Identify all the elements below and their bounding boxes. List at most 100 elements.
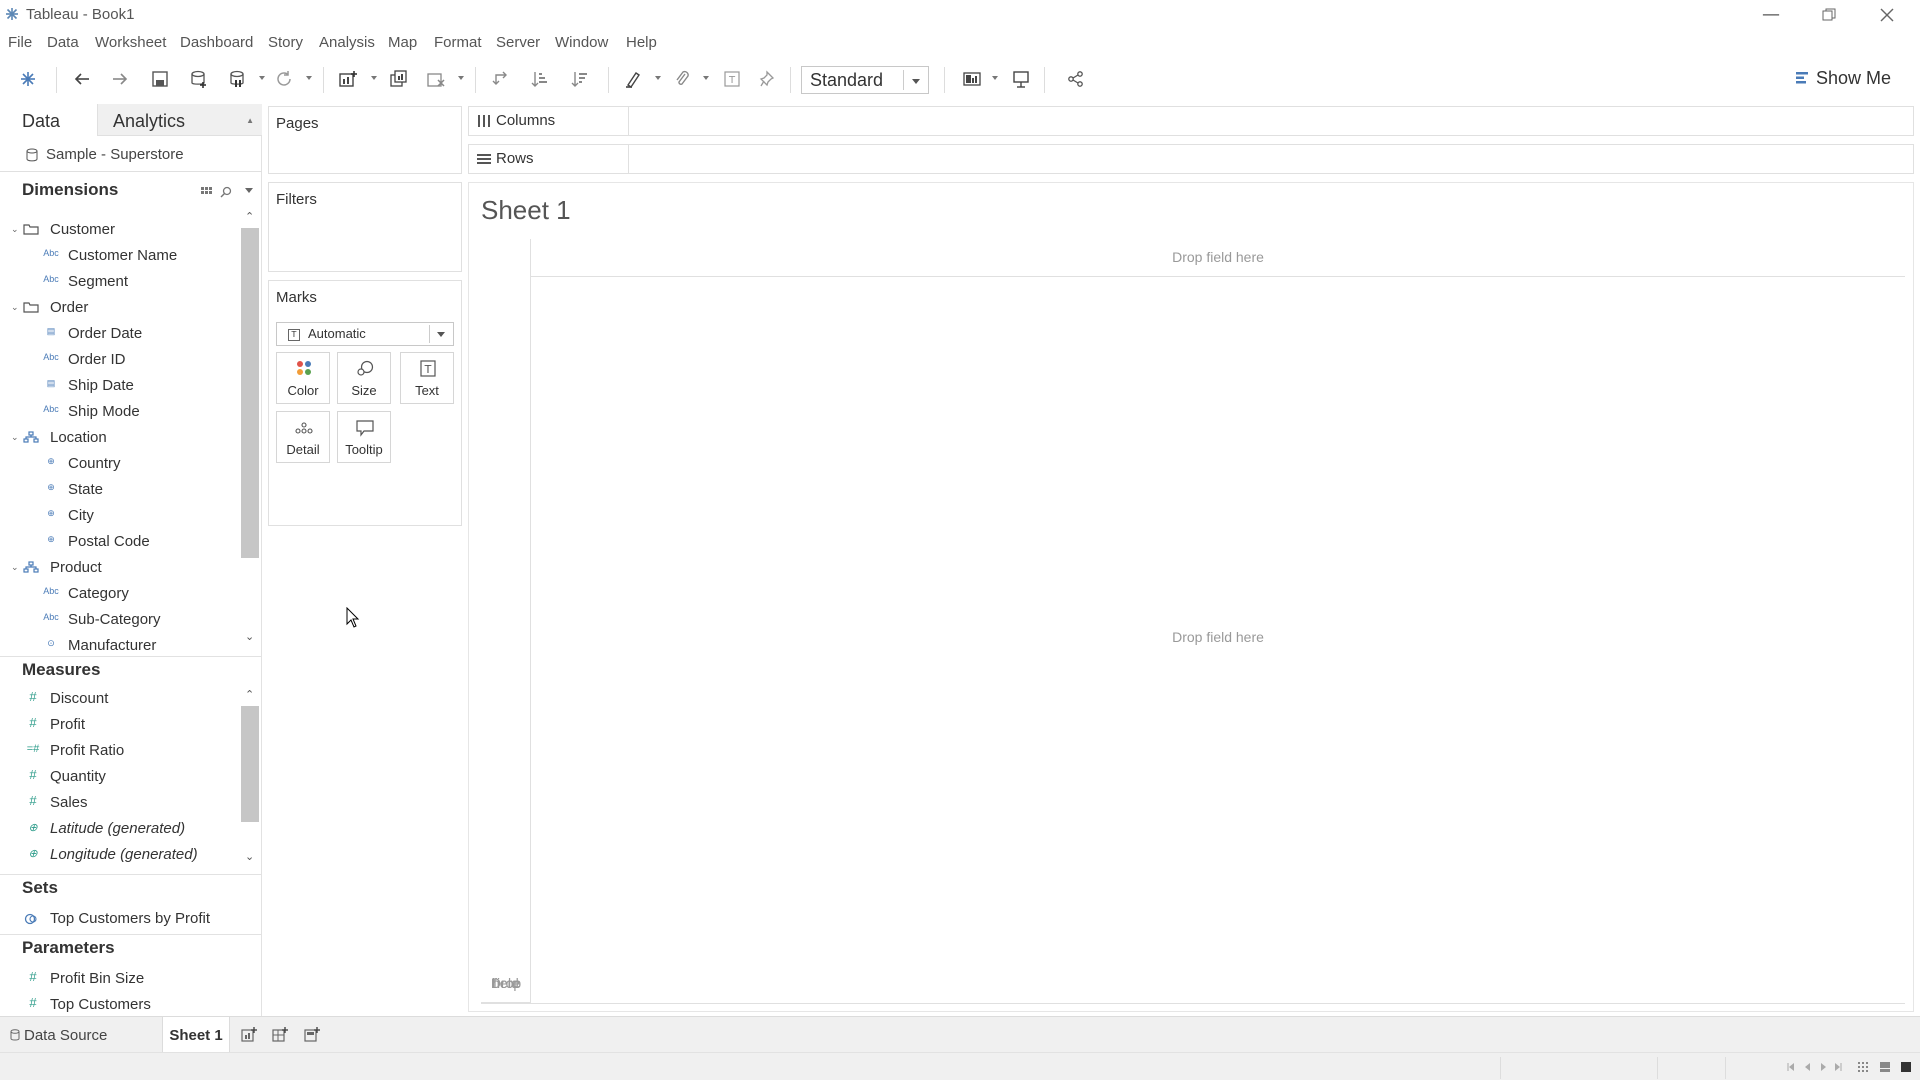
dimension-folder[interactable]: ⌄ Product [11, 559, 102, 576]
measure-field[interactable]: # Sales [29, 793, 87, 811]
menu-analysis[interactable]: Analysis [319, 34, 375, 51]
dimensions-scrollbar[interactable] [241, 228, 259, 558]
chevron-down-icon[interactable]: ⌄ [11, 562, 19, 573]
measures-scrollbar[interactable] [241, 706, 259, 822]
size-button[interactable]: Size [337, 352, 391, 404]
row-drop-zone[interactable]: Drop field here [481, 239, 531, 1003]
dimension-field[interactable]: ⊙ Manufacturer [47, 637, 156, 654]
tab-analytics[interactable]: Analytics ▲︎ [97, 104, 262, 136]
dimension-field[interactable]: ⊕ State [47, 481, 103, 498]
dimension-field[interactable]: ⊕ Postal Code [47, 533, 150, 550]
dimension-field[interactable]: Abc Sub-Category [43, 611, 160, 628]
menu-file[interactable]: File [8, 34, 32, 51]
highlight-dropdown[interactable] [655, 76, 661, 80]
fit-dropdown[interactable]: Standard [801, 66, 929, 94]
new-worksheet-icon[interactable] [240, 1026, 258, 1044]
pages-card[interactable]: Pages [268, 106, 462, 174]
measure-field[interactable]: # Profit [29, 715, 85, 733]
tab-data-source[interactable]: Data Source [10, 1027, 107, 1044]
pause-updates-dropdown[interactable] [259, 76, 265, 80]
tab-sheet-1[interactable]: Sheet 1 [162, 1017, 230, 1052]
filters-card[interactable]: Filters [268, 182, 462, 272]
save-button[interactable] [146, 65, 174, 93]
menu-map[interactable]: Map [388, 34, 417, 51]
group-members-dropdown[interactable] [703, 76, 709, 80]
dimension-folder[interactable]: ⌄ Order [11, 299, 88, 316]
new-data-source-button[interactable] [185, 65, 213, 93]
dimension-field[interactable]: ⊕ Country [47, 455, 120, 472]
mark-type-dropdown[interactable]: T Automatic [276, 322, 454, 346]
minimize-button[interactable]: — [1742, 0, 1800, 30]
measure-field[interactable]: ⊕ Longitude (generated) [28, 846, 197, 863]
color-button[interactable]: Color [276, 352, 330, 404]
measure-field[interactable]: =# Profit Ratio [27, 742, 124, 759]
dimension-field[interactable]: Abc Ship Mode [43, 403, 139, 420]
sheet-sorter-icon[interactable] [1858, 1062, 1868, 1072]
detail-button[interactable]: Detail [276, 411, 330, 463]
text-button[interactable]: T Text [400, 352, 454, 404]
refresh-button[interactable] [270, 65, 298, 93]
dimension-field[interactable]: ⊕ City [47, 507, 94, 524]
view-data-icon[interactable] [201, 187, 213, 197]
measure-field[interactable]: # Discount [29, 689, 108, 707]
scroll-up-icon[interactable]: ⌃ [245, 688, 254, 701]
parameter-item[interactable]: # Profit Bin Size [29, 969, 144, 987]
restore-button[interactable] [1800, 0, 1858, 30]
new-worksheet-button[interactable] [334, 65, 362, 93]
dimension-field[interactable]: Abc Order ID [43, 351, 125, 368]
menu-dashboard[interactable]: Dashboard [180, 34, 253, 51]
datasource-item[interactable]: Sample - Superstore [0, 136, 262, 172]
first-sheet-icon[interactable] [1786, 1062, 1796, 1072]
chevron-down-icon[interactable]: ⌄ [11, 302, 19, 313]
menu-help[interactable]: Help [626, 34, 657, 51]
parameter-item[interactable]: # Top Customers [29, 995, 151, 1013]
tableau-home-button[interactable] [14, 65, 42, 93]
sort-ascending-button[interactable] [526, 65, 554, 93]
rows-shelf[interactable]: Rows [468, 144, 1914, 174]
menu-worksheet[interactable]: Worksheet [95, 34, 166, 51]
new-story-icon[interactable] [303, 1026, 321, 1044]
show-me-button[interactable]: Show Me [1796, 68, 1891, 89]
show-mark-labels-button[interactable]: T [718, 65, 746, 93]
menu-story[interactable]: Story [268, 34, 303, 51]
sheet-title[interactable]: Sheet 1 [481, 195, 571, 226]
column-drop-zone[interactable]: Drop field here [531, 239, 1905, 277]
dimension-field[interactable]: Abc Category [43, 585, 129, 602]
chevron-down-icon[interactable]: ⌄ [11, 224, 19, 235]
refresh-dropdown[interactable] [306, 76, 312, 80]
redo-button[interactable] [106, 65, 134, 93]
fix-axes-button[interactable] [755, 65, 783, 93]
dimension-field[interactable]: ▤ Ship Date [47, 377, 134, 394]
scroll-up-icon[interactable]: ⌃ [245, 210, 254, 223]
swap-rows-columns-button[interactable] [487, 65, 515, 93]
next-sheet-icon[interactable] [1818, 1062, 1828, 1072]
clear-sheet-dropdown[interactable] [458, 76, 464, 80]
scroll-down-icon[interactable]: ⌄ [245, 850, 254, 863]
close-button[interactable] [1858, 0, 1916, 30]
measure-field[interactable]: ⊕ Latitude (generated) [28, 820, 185, 837]
pause-updates-button[interactable] [224, 65, 252, 93]
highlight-button[interactable] [620, 65, 648, 93]
columns-shelf[interactable]: Columns [468, 106, 1914, 136]
dimensions-menu-icon[interactable] [245, 188, 253, 193]
scroll-down-icon[interactable]: ⌄ [245, 630, 254, 643]
set-item[interactable]: Top Customers by Profit [24, 910, 210, 927]
tooltip-button[interactable]: Tooltip [337, 411, 391, 463]
new-dashboard-icon[interactable] [271, 1026, 289, 1044]
show-cards-dropdown[interactable] [992, 76, 998, 80]
clear-sheet-button[interactable] [422, 65, 450, 93]
dimension-folder[interactable]: ⌄ Customer [11, 221, 115, 238]
measure-field[interactable]: # Quantity [29, 767, 106, 785]
share-workbook-button[interactable] [1062, 65, 1090, 93]
duplicate-sheet-button[interactable] [384, 65, 412, 93]
dimension-field[interactable]: Abc Segment [43, 273, 128, 290]
dimension-field[interactable]: ▤ Order Date [47, 325, 142, 342]
last-sheet-icon[interactable] [1833, 1062, 1843, 1072]
view-drop-text[interactable]: Drop field here [531, 629, 1905, 645]
menu-format[interactable]: Format [434, 34, 482, 51]
presentation-mode-button[interactable] [1007, 65, 1035, 93]
search-icon[interactable] [220, 186, 232, 198]
tabs-view-icon[interactable] [1901, 1062, 1911, 1072]
filmstrip-icon[interactable] [1880, 1062, 1890, 1072]
menu-server[interactable]: Server [496, 34, 540, 51]
